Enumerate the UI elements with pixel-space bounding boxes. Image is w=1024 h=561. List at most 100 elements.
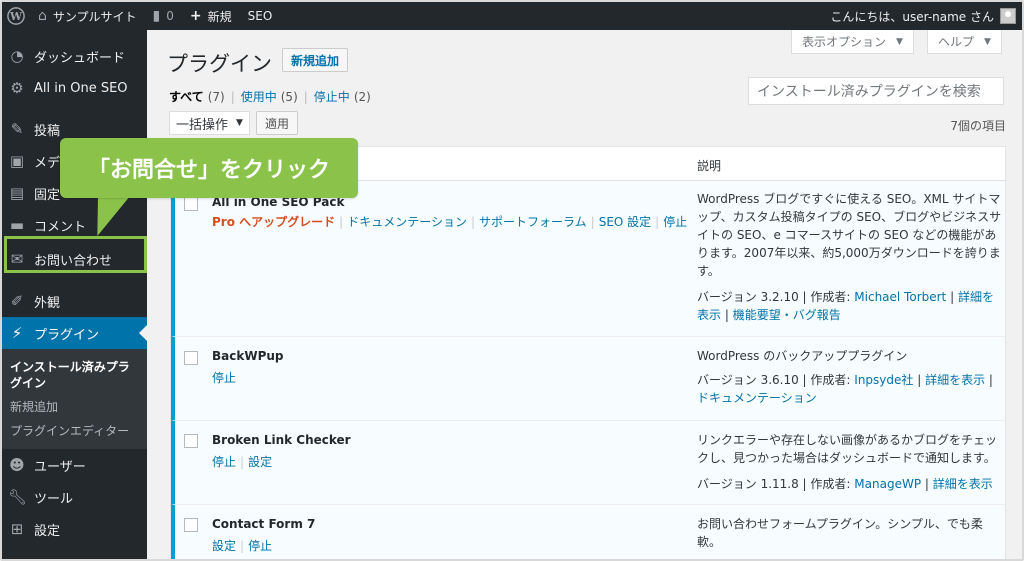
new-label: 新規 xyxy=(207,9,232,24)
add-new-button[interactable]: 新規追加 xyxy=(282,48,349,72)
sidebar-item-appearance[interactable]: ✐ 外観 xyxy=(2,285,147,317)
separator: | xyxy=(303,89,308,104)
seo-settings-link[interactable]: SEO 設定 xyxy=(599,215,651,229)
admin-bar: W ⌂ サンプルサイト ▮ 0 + 新規 SEO こんにちは、user-name… xyxy=(2,2,1022,30)
comments-link[interactable]: ▮ 0 xyxy=(145,2,182,30)
filter-inactive-count: (2) xyxy=(353,89,371,104)
site-name-link[interactable]: ⌂ サンプルサイト xyxy=(30,2,145,30)
screen-options-button[interactable]: 表示オプション ▼ xyxy=(791,30,914,54)
settings-link[interactable]: 設定 xyxy=(212,539,236,553)
contact-highlight-box xyxy=(4,236,147,273)
help-button[interactable]: ヘルプ ▼ xyxy=(927,30,1002,54)
plugin-name: BackWPup xyxy=(212,349,284,363)
plugin-actions: 設定 | 停止 xyxy=(212,537,272,554)
deactivate-link[interactable]: 停止 xyxy=(248,539,272,553)
plugin-description: お問い合わせフォームプラグイン。シンプル、でも柔軟。 xyxy=(697,517,983,549)
deactivate-link[interactable]: 停止 xyxy=(663,215,687,229)
submenu-plugin-editor[interactable]: プラグインエディター xyxy=(2,419,147,443)
seo-label: SEO xyxy=(247,9,273,23)
filter-active-count: (5) xyxy=(280,89,298,104)
seo-link[interactable]: SEO xyxy=(240,2,281,30)
row-checkbox[interactable] xyxy=(184,518,198,532)
plugin-description: リンクエラーや存在しない画像があるかブログをチェックし、見つかった場合はダッシュ… xyxy=(697,433,998,465)
wordpress-logo-icon[interactable]: W xyxy=(2,2,30,30)
author-link[interactable]: Michael Torbert xyxy=(854,290,946,304)
svg-text:W: W xyxy=(9,10,23,23)
sidebar-item-label: メデ xyxy=(34,155,61,171)
caret-down-icon: ▼ xyxy=(984,36,991,47)
row-checkbox[interactable] xyxy=(184,197,198,211)
plugin-status-filters: すべて (7) | 使用中 (5) | 停止中 (2) xyxy=(169,88,371,105)
plugin-name: Contact Form 7 xyxy=(212,517,316,531)
callout-annotation: 「お問合せ」をクリック xyxy=(60,138,358,198)
bulk-action-select[interactable]: 一括操作 ▼ xyxy=(169,111,250,135)
separator: | xyxy=(655,215,660,229)
sidebar-item-plugins[interactable]: ⚡ プラグイン xyxy=(2,317,147,349)
sidebar-item-dashboard[interactable]: ◔ ダッシュボード xyxy=(2,40,147,72)
plugins-submenu: インストール済みプラグイン 新規追加 プラグインエディター xyxy=(2,349,147,449)
gear-icon: ⚙ xyxy=(10,79,24,97)
sidebar-item-label: 投稿 xyxy=(34,123,61,139)
sidebar-item-label: ダッシュボード xyxy=(34,50,126,66)
dashboard-icon: ◔ xyxy=(10,47,24,65)
version-text: バージョン 3.2.10 | 作成者: xyxy=(697,290,855,304)
filter-inactive[interactable]: 停止中 xyxy=(314,88,350,105)
plug-icon: ⚡ xyxy=(11,324,23,342)
brush-icon: ✐ xyxy=(10,292,24,310)
details-link[interactable]: 詳細を表示 xyxy=(933,477,993,491)
deactivate-link[interactable]: 停止 xyxy=(212,455,236,469)
filter-all[interactable]: すべて xyxy=(169,88,204,105)
row-checkbox[interactable] xyxy=(184,351,198,365)
bulk-actions: 一括操作 ▼ 適用 xyxy=(169,111,298,135)
documentation-link[interactable]: ドキュメンテーション xyxy=(347,215,467,229)
user-icon: ☻ xyxy=(9,456,25,474)
comments-count: 0 xyxy=(166,9,174,23)
greeting: こんにちは、user-name さん xyxy=(830,9,994,24)
table-row: All in One SEO Pack Pro へアップグレード | ドキュメンテー… xyxy=(171,181,1005,337)
plugin-search-input[interactable]: インストール済みプラグインを検索 xyxy=(748,77,1004,105)
plugin-name: Broken Link Checker xyxy=(212,433,351,447)
feature-request-link[interactable]: 機能要望・バグ報告 xyxy=(733,308,841,322)
deactivate-link[interactable]: 停止 xyxy=(212,371,236,385)
apply-button[interactable]: 適用 xyxy=(255,111,298,135)
help-label: ヘルプ xyxy=(938,35,975,49)
page-icon: ▤ xyxy=(9,184,25,202)
sidebar-item-label: 設定 xyxy=(34,523,61,539)
screenshot-frame: W ⌂ サンプルサイト ▮ 0 + 新規 SEO こんにちは、user-name… xyxy=(0,0,1024,561)
site-name: サンプルサイト xyxy=(52,9,137,24)
author-link[interactable]: Inpsyde社 xyxy=(854,373,913,387)
avatar xyxy=(1000,8,1016,24)
wrench-icon: 🔧︎ xyxy=(8,488,28,506)
sidebar-item-tools[interactable]: 🔧︎ ツール xyxy=(2,481,147,513)
upgrade-pro-link[interactable]: Pro へアップグレード xyxy=(212,215,335,229)
version-text: バージョン 1.11.8 | 作成者: xyxy=(697,477,855,491)
filter-active[interactable]: 使用中 xyxy=(241,88,277,105)
documentation-link[interactable]: ドキュメンテーション xyxy=(697,391,817,405)
plugin-meta: バージョン 3.2.10 | 作成者: Michael Torbert | 詳細… xyxy=(697,290,994,322)
settings-link[interactable]: 設定 xyxy=(248,455,272,469)
author-link[interactable]: ManageWP xyxy=(854,477,921,491)
submenu-installed-plugins[interactable]: インストール済みプラグイン xyxy=(2,355,147,395)
sidebar-item-aioseo[interactable]: ⚙ All in One SEO xyxy=(2,72,147,104)
main-content: 表示オプション ▼ ヘルプ ▼ プラグイン 新規追加 インストール済みプラグインを検… xyxy=(147,30,1022,559)
sidebar-item-label: 外観 xyxy=(34,295,61,311)
plugin-actions: 停止 | 設定 xyxy=(212,453,272,470)
bulk-action-label: 一括操作 xyxy=(176,117,229,133)
separator: | xyxy=(240,539,245,553)
filter-all-count: (7) xyxy=(207,89,225,104)
my-account[interactable]: こんにちは、user-name さん xyxy=(830,8,1022,25)
sidebar-item-settings[interactable]: ⊞ 設定 xyxy=(2,513,147,545)
caret-down-icon: ▼ xyxy=(236,118,243,128)
support-forum-link[interactable]: サポートフォーラム xyxy=(479,215,587,229)
plugin-actions: Pro へアップグレード | ドキュメンテーション | サポートフォーラム | SEO 設定… xyxy=(212,213,687,230)
new-content-link[interactable]: + 新規 xyxy=(182,2,240,30)
home-icon: ⌂ xyxy=(38,8,47,24)
details-link[interactable]: 詳細を表示 xyxy=(925,373,985,387)
media-icon: ▣ xyxy=(9,152,25,170)
separator: | xyxy=(470,215,475,229)
row-checkbox[interactable] xyxy=(184,434,198,448)
sidebar-item-users[interactable]: ☻ ユーザー xyxy=(2,449,147,481)
search-placeholder: インストール済みプラグインを検索 xyxy=(757,84,981,100)
caret-down-icon: ▼ xyxy=(896,36,903,47)
submenu-add-new[interactable]: 新規追加 xyxy=(2,395,147,419)
